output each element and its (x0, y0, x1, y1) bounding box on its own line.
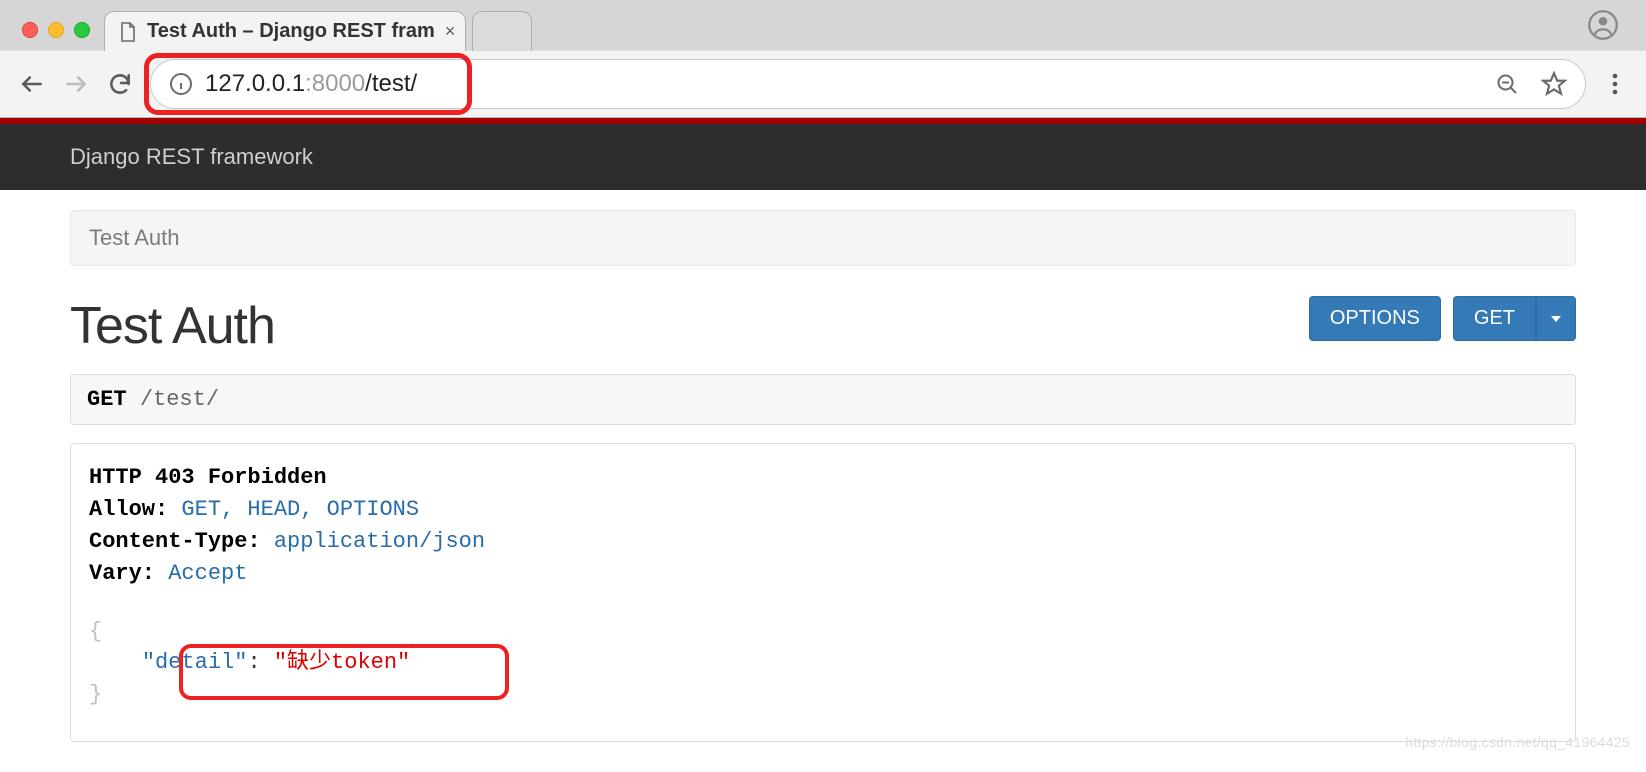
breadcrumb: Test Auth (70, 210, 1576, 266)
request-method: GET (87, 387, 127, 412)
bookmark-star-icon[interactable] (1541, 71, 1567, 97)
profile-icon[interactable] (1588, 10, 1646, 50)
url-bar-wrap: 127.0.0.1:8000/test/ (150, 59, 1586, 109)
maximize-window-button[interactable] (74, 22, 90, 38)
url-port: :8000 (305, 70, 365, 98)
header-value: Accept (168, 561, 247, 586)
json-key: "detail" (142, 650, 248, 675)
url-host: 127.0.0.1 (205, 70, 305, 98)
window-controls (12, 22, 104, 50)
options-button[interactable]: OPTIONS (1309, 296, 1441, 341)
tab-title: Test Auth – Django REST fram (147, 20, 435, 43)
response-box: HTTP 403 Forbidden Allow: GET, HEAD, OPT… (70, 443, 1576, 742)
header-value: application/json (274, 529, 485, 554)
back-button[interactable] (10, 62, 54, 106)
zoom-icon[interactable] (1495, 72, 1519, 96)
url-right-icons (1495, 71, 1567, 97)
watermark: https://blog.csdn.net/qq_41964425 (1405, 734, 1630, 750)
drf-navbar: Django REST framework (0, 124, 1646, 190)
get-dropdown-toggle[interactable] (1536, 296, 1576, 341)
header-key: Allow: (89, 497, 168, 522)
get-button-group: GET (1453, 296, 1576, 341)
page-icon (119, 22, 137, 42)
url-path: /test/ (365, 70, 417, 98)
reload-button[interactable] (98, 62, 142, 106)
new-tab-button[interactable] (472, 11, 532, 51)
header-key: Vary: (89, 561, 155, 586)
response-body: { "detail": "缺少token" } (89, 616, 1557, 712)
drf-body: Test Auth Test Auth OPTIONS GET GET /tes… (0, 190, 1646, 772)
action-buttons: OPTIONS GET (1309, 296, 1576, 341)
header-key: Content-Type: (89, 529, 261, 554)
forward-button[interactable] (54, 62, 98, 106)
site-info-icon[interactable] (169, 72, 193, 96)
status-line: HTTP 403 Forbidden (89, 465, 327, 490)
browser-tab-active[interactable]: Test Auth – Django REST fram × (104, 11, 466, 51)
page-title: Test Auth (70, 296, 275, 356)
browser-menu-button[interactable] (1594, 72, 1636, 96)
close-window-button[interactable] (22, 22, 38, 38)
close-tab-button[interactable]: × (445, 21, 456, 42)
breadcrumb-item[interactable]: Test Auth (89, 225, 180, 250)
url-bar[interactable]: 127.0.0.1:8000/test/ (150, 59, 1586, 109)
json-value: "缺少token" (274, 650, 410, 675)
page-header-row: Test Auth OPTIONS GET (70, 296, 1576, 356)
browser-toolbar: 127.0.0.1:8000/test/ (0, 50, 1646, 117)
drf-brand[interactable]: Django REST framework (70, 144, 313, 169)
tab-bar: Test Auth – Django REST fram × (0, 0, 1646, 50)
request-box: GET /test/ (70, 374, 1576, 425)
chevron-down-icon (1551, 316, 1561, 322)
browser-chrome: Test Auth – Django REST fram × 127.0.0.1… (0, 0, 1646, 118)
request-path: /test/ (140, 387, 219, 412)
get-button[interactable]: GET (1453, 296, 1536, 341)
header-value: GET, HEAD, OPTIONS (181, 497, 419, 522)
minimize-window-button[interactable] (48, 22, 64, 38)
